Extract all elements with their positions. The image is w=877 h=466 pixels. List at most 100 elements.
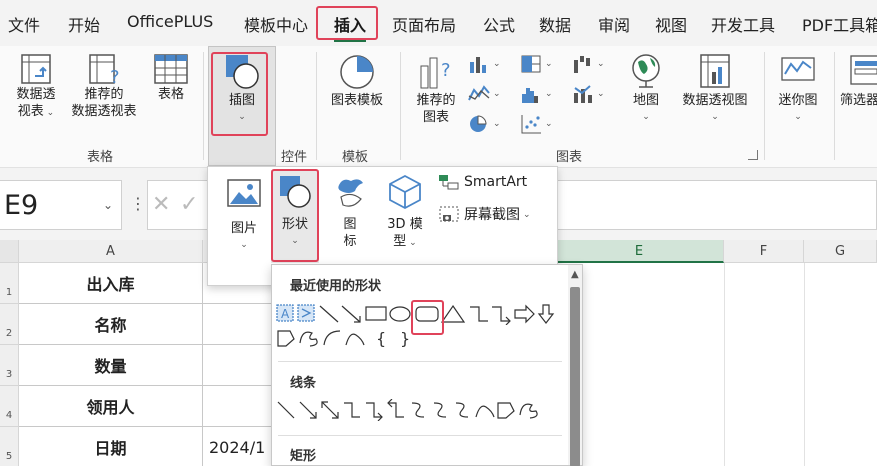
pivot-table-icon xyxy=(21,54,51,84)
tab-file[interactable]: 文件 xyxy=(8,12,40,36)
map-button[interactable]: 地图 ⌄ xyxy=(622,52,670,126)
waterfall-chart-button[interactable]: ⌄ xyxy=(572,52,610,76)
chevron-down-icon: ⌄ xyxy=(238,112,246,122)
cube-icon xyxy=(389,174,421,210)
table-icon xyxy=(154,54,188,84)
scroll-up-icon[interactable]: ▲ xyxy=(571,269,579,280)
triangle-shape-icon xyxy=(440,304,466,323)
elbow-arrow-connector-shape-icon xyxy=(492,306,511,325)
smartart-button[interactable]: SmartArt xyxy=(438,173,548,191)
ribbon-tab-bar: 文件 开始 OfficePLUS 模板中心 插入 页面布局 公式 数据 审阅 视… xyxy=(0,0,877,46)
recent-shapes-row: A xyxy=(276,304,555,325)
3d-models-label-1: 3D 模 xyxy=(387,217,423,232)
globe-icon xyxy=(632,54,660,88)
row-header-4[interactable]: 4 xyxy=(0,386,19,427)
chevron-down-icon: ⌄ xyxy=(43,108,55,118)
chevron-down-icon[interactable]: ⌄ xyxy=(103,198,113,212)
row-header-1[interactable]: 1 xyxy=(0,263,19,304)
curve-shape-icon xyxy=(475,405,495,418)
column-header-a[interactable]: A xyxy=(19,240,203,263)
value-cell[interactable] xyxy=(203,304,273,345)
curve-shape-icon xyxy=(345,333,365,346)
screenshot-button[interactable]: 屏幕截图 ⌄ xyxy=(438,205,556,225)
tab-insert[interactable]: 插入 xyxy=(334,12,367,42)
waterfall-icon xyxy=(574,56,590,73)
chevron-down-icon: ⌄ xyxy=(240,240,248,250)
cancel-icon[interactable]: ✕ xyxy=(152,192,170,217)
chart-template-label: 图表模板 xyxy=(330,93,383,108)
line-shape-icon xyxy=(277,401,295,419)
statistic-chart-button[interactable]: ⌄ xyxy=(520,82,558,106)
combo-chart-button[interactable]: ⌄ xyxy=(572,82,610,106)
line-chart-button[interactable]: ⌄ xyxy=(468,82,506,106)
label-cell[interactable]: 数量 xyxy=(19,345,203,386)
tab-formulas[interactable]: 公式 xyxy=(483,12,515,36)
column-header-e[interactable]: E xyxy=(555,240,724,263)
select-all-corner[interactable] xyxy=(0,240,19,263)
column-header-g[interactable]: G xyxy=(804,240,877,263)
recommended-pivot-button[interactable]: ? 推荐的 数据透视表 xyxy=(64,52,144,120)
tab-view[interactable]: 视图 xyxy=(655,12,687,36)
pictures-button[interactable]: 图片 ⌄ xyxy=(222,177,266,254)
tab-pdf-toolbox[interactable]: PDF工具箱 xyxy=(802,12,877,36)
vertical-text-box-shape-icon xyxy=(297,304,315,322)
shapes-gallery: 最近使用的形状 A { } 线条 矩形 ▲ xyxy=(271,264,583,466)
elbow-arrow-connector-shape-icon xyxy=(366,402,383,421)
more-options-icon[interactable]: ⋮ xyxy=(130,194,146,213)
group-separator xyxy=(400,52,401,160)
pivot-table-label-1: 数据透 xyxy=(16,87,56,102)
row-header-2[interactable]: 2 xyxy=(0,304,19,345)
row-header-5[interactable]: 5 xyxy=(0,427,19,466)
chevron-down-icon: ⌄ xyxy=(545,59,553,69)
tab-developer[interactable]: 开发工具 xyxy=(711,12,775,36)
chevron-down-icon: ⌄ xyxy=(523,209,531,220)
oval-shape-icon xyxy=(389,306,411,322)
column-header-f[interactable]: F xyxy=(724,240,804,263)
sparkline-button[interactable]: 迷你图 ⌄ xyxy=(770,52,826,126)
chart-template-button[interactable]: 图表模板 xyxy=(322,52,392,109)
pivot-chart-button[interactable]: 数据透视图 ⌄ xyxy=(676,52,754,126)
gridline xyxy=(804,263,805,466)
name-box[interactable]: E9 ⌄ xyxy=(0,180,122,230)
pie-chart-button[interactable]: ⌄ xyxy=(468,112,506,136)
tab-data[interactable]: 数据 xyxy=(539,12,571,36)
label-cell[interactable]: 名称 xyxy=(19,304,203,345)
date-value-cell[interactable]: 2024/1 xyxy=(203,427,273,466)
label-cell[interactable]: 领用人 xyxy=(19,386,203,427)
pivot-table-button[interactable]: 数据透 视表 ⌄ xyxy=(10,52,62,122)
double-arrow-line-shape-icon xyxy=(321,401,339,419)
gridline xyxy=(724,263,725,466)
filter-button[interactable]: 筛选器 xyxy=(840,52,877,109)
chart-dialog-launcher-icon[interactable] xyxy=(748,150,758,160)
table-label: 表格 xyxy=(157,87,184,102)
screenshot-label: 屏幕截图 xyxy=(464,206,520,223)
scatter-chart-button[interactable]: ⌄ xyxy=(520,112,558,136)
value-cell[interactable] xyxy=(203,345,273,386)
label-cell[interactable]: 日期 xyxy=(19,427,203,466)
tab-home[interactable]: 开始 xyxy=(68,12,100,36)
histogram-icon xyxy=(522,88,538,103)
illustrations-button[interactable]: 插图 ⌄ xyxy=(213,52,271,126)
divider xyxy=(278,435,562,436)
column-chart-button[interactable]: ⌄ xyxy=(468,52,506,76)
label-cell[interactable]: 出入库 xyxy=(19,263,203,304)
shapes-scrollbar[interactable]: ▲ xyxy=(568,265,582,466)
icons-button[interactable]: 图 标 xyxy=(328,173,372,250)
table-button[interactable]: 表格 xyxy=(148,52,194,103)
hierarchy-chart-button[interactable]: ⌄ xyxy=(520,52,558,76)
down-arrow-shape-icon xyxy=(537,304,555,324)
enter-icon[interactable]: ✓ xyxy=(180,192,198,217)
insert-ribbon: 数据透 视表 ⌄ ? 推荐的 数据透视表 表格 表格 插图 ⌄ 控件 图表模板 … xyxy=(0,46,877,168)
3d-models-button[interactable]: 3D 模 型 ⌄ xyxy=(380,173,430,252)
value-cell[interactable] xyxy=(203,386,273,427)
tab-template-center[interactable]: 模板中心 xyxy=(244,12,308,36)
tab-review[interactable]: 审阅 xyxy=(598,12,630,36)
tab-page-layout[interactable]: 页面布局 xyxy=(392,12,456,36)
shapes-button[interactable]: 形状 ⌄ xyxy=(273,173,317,250)
recommended-pivot-label-2: 数据透视表 xyxy=(71,104,137,119)
group-label-charts: 图表 xyxy=(556,150,583,165)
tab-officeplus[interactable]: OfficePLUS xyxy=(127,12,213,31)
row-header-3[interactable]: 3 xyxy=(0,345,19,386)
recommended-charts-button[interactable]: ? 推荐的 图表 xyxy=(408,52,464,126)
scrollbar-thumb[interactable] xyxy=(570,287,580,466)
